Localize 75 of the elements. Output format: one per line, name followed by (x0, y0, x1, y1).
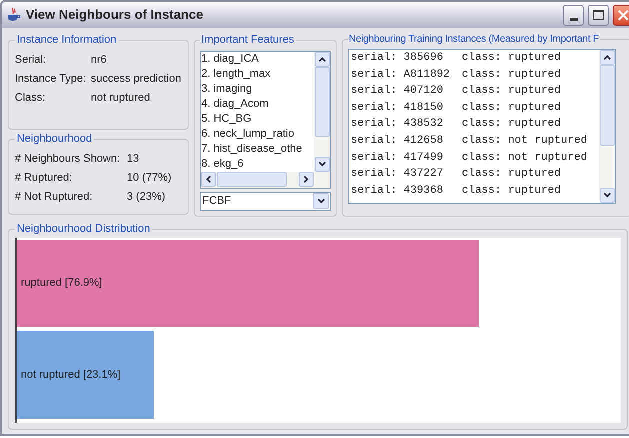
field-label: # Not Ruptured: (15, 190, 94, 205)
class-text: class: not ruptured (462, 134, 588, 149)
chevron-down-icon (318, 198, 324, 204)
window-title: View Neighbours of Instance (26, 6, 204, 24)
list-item[interactable]: 6. neck_lump_ratio (202, 126, 314, 142)
serial-text: serial: 438532 (351, 117, 444, 132)
group-title: Neighbourhood (16, 132, 94, 147)
field-label: Serial: (15, 52, 48, 68)
group-title: Instance Information (16, 33, 118, 48)
list-item[interactable]: 4. diag_Acom (202, 96, 314, 112)
group-title: Neighbouring Training Instances (Measured by Important F (348, 33, 600, 47)
chevron-right-icon (304, 176, 309, 183)
scroll-thumb[interactable] (216, 172, 286, 187)
method-dropdown[interactable]: FCBF (200, 192, 331, 210)
chevron-down-icon (604, 193, 610, 198)
scroll-up-button[interactable] (314, 52, 330, 66)
list-item[interactable]: 7. hist_disease_othe (202, 142, 314, 156)
field-value: 10 (77%) (127, 170, 172, 186)
coffee-cup-icon (6, 7, 22, 23)
list-item[interactable]: 3. imaging (202, 82, 314, 96)
list-item[interactable]: 2. length_max (202, 66, 314, 82)
class-text: class: not ruptured (462, 150, 588, 166)
group-title: Important Features (200, 33, 296, 48)
field-label: Class: (15, 90, 47, 106)
serial-text: serial: 437227 (351, 167, 444, 182)
class-text: class: ruptured (462, 68, 562, 83)
scroll-left-button[interactable] (200, 172, 216, 187)
maximize-icon (593, 10, 604, 20)
serial-text: serial: 418150 (351, 100, 444, 116)
class-text: class: ruptured (462, 167, 562, 182)
field-value: success prediction (91, 72, 182, 87)
chevron-up-icon (318, 56, 326, 62)
field-label: Instance Type: (15, 72, 88, 87)
serial-text: serial: A811892 (351, 68, 452, 83)
dropdown-value: FCBF (202, 194, 232, 209)
maximize-button[interactable] (588, 4, 609, 26)
class-text: class: ruptured (462, 184, 562, 199)
field-label: # Ruptured: (15, 170, 74, 186)
chevron-up-icon (604, 55, 610, 60)
scroll-up-button[interactable] (600, 50, 614, 65)
list-item[interactable]: 1. diag_ICA (202, 52, 314, 66)
scroll-right-button[interactable] (299, 172, 314, 187)
scroll-down-button[interactable] (600, 188, 614, 203)
group-title: Neighbourhood Distribution (16, 222, 152, 237)
close-icon (618, 10, 629, 20)
bar: ruptured [76.9%] (17, 240, 480, 328)
class-text: class: ruptured (462, 100, 562, 116)
class-text: class: ruptured (462, 117, 562, 132)
class-text: class: ruptured (462, 51, 562, 66)
serial-text: serial: 385696 (351, 51, 444, 66)
bar: not ruptured [23.1%] (17, 331, 154, 419)
minimize-button[interactable] (563, 4, 584, 26)
scroll-down-button[interactable] (314, 156, 330, 172)
field-label: # Neighbours Shown: (15, 152, 122, 167)
serial-text: serial: 439368 (351, 184, 444, 199)
scroll-thumb[interactable] (314, 66, 330, 136)
minimize-icon (570, 18, 578, 20)
list-item[interactable]: 5. HC_BG (202, 112, 314, 126)
scroll-thumb[interactable] (600, 65, 614, 146)
class-text: class: ruptured (462, 84, 562, 100)
field-value: 13 (127, 152, 140, 167)
field-value: 3 (23%) (127, 190, 166, 205)
dropdown-button[interactable] (313, 193, 329, 209)
serial-text: serial: 407120 (351, 84, 444, 100)
serial-text: serial: 412658 (351, 134, 444, 149)
vertical-scrollbar[interactable] (599, 50, 615, 203)
chevron-down-icon (318, 162, 326, 166)
horizontal-scrollbar[interactable] (200, 172, 330, 188)
chevron-left-icon (206, 176, 210, 183)
field-value: not ruptured (91, 90, 150, 106)
field-value: nr6 (91, 52, 107, 68)
close-button[interactable] (613, 4, 629, 26)
list-item[interactable]: 8. ekg_6 (202, 156, 314, 172)
vertical-scrollbar[interactable] (314, 52, 330, 172)
serial-text: serial: 417499 (351, 150, 444, 166)
